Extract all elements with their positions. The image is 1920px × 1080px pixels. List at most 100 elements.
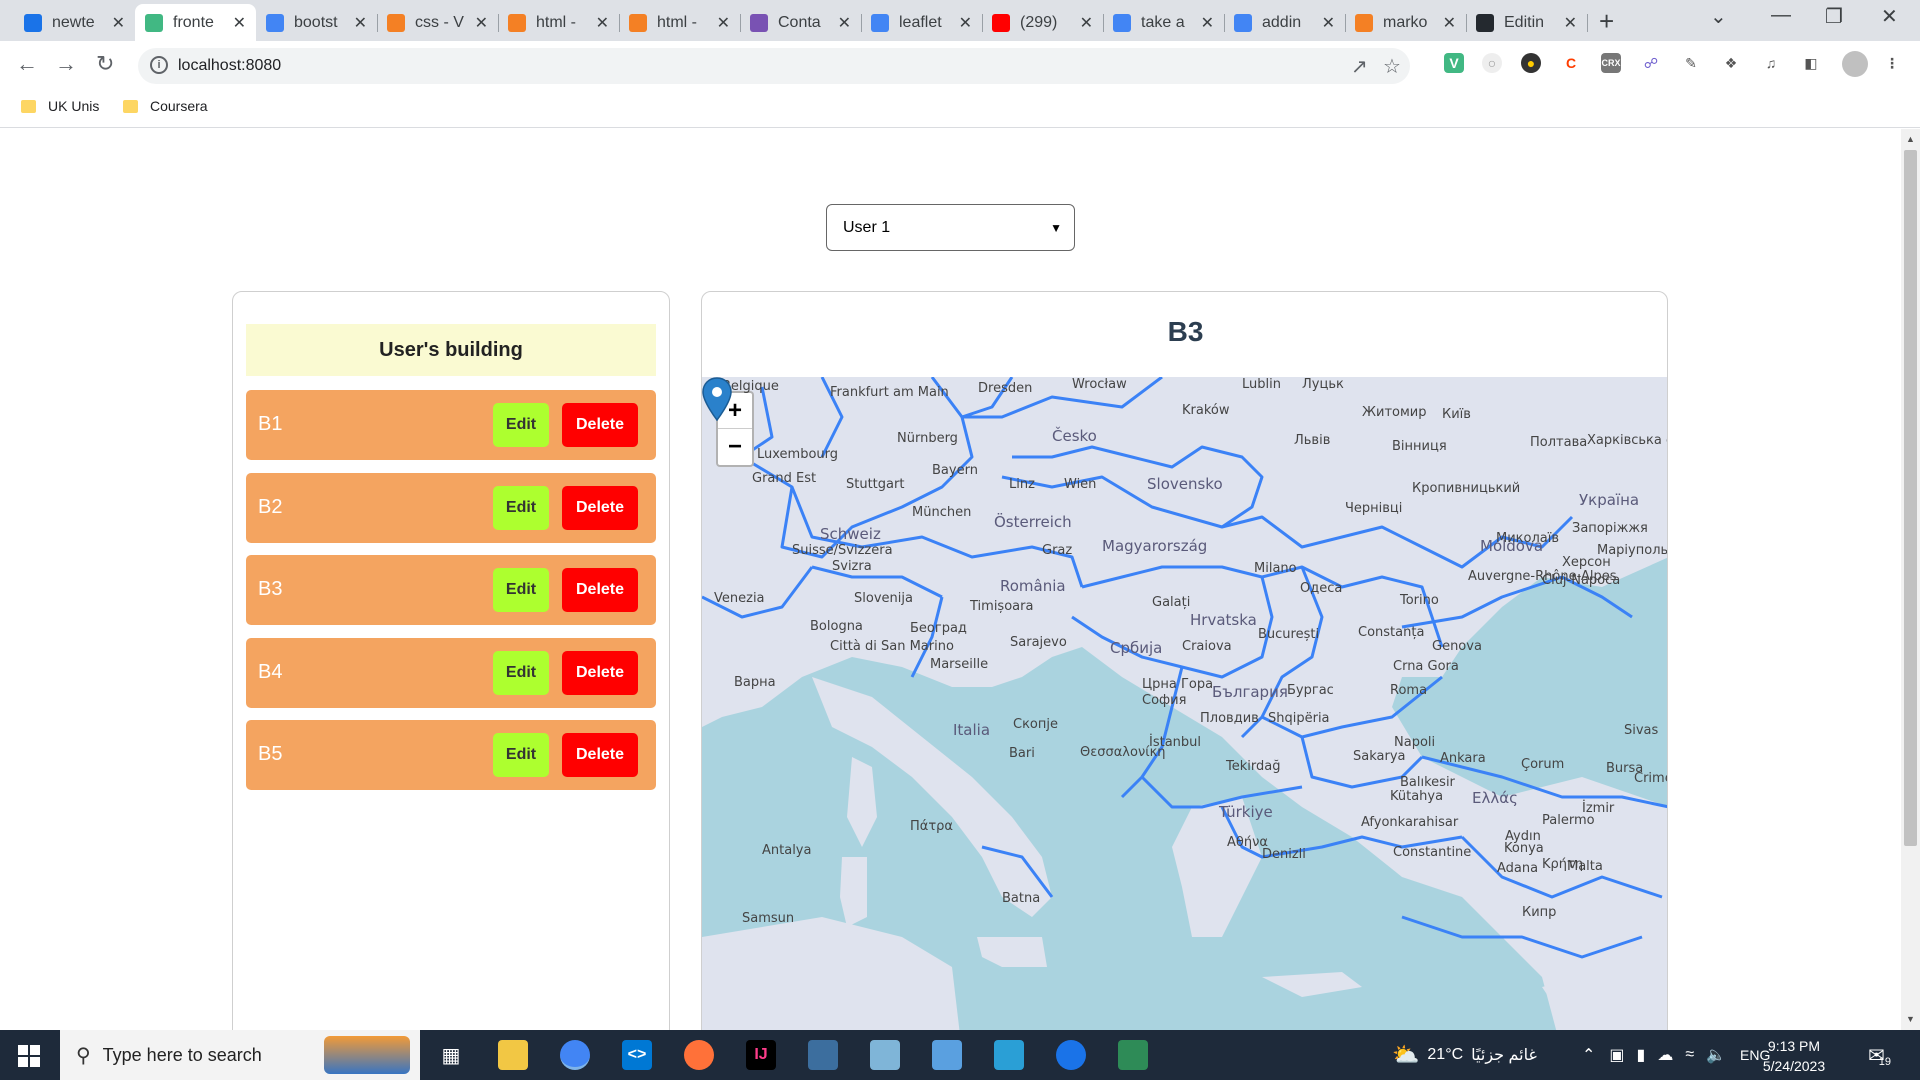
- maximize-icon[interactable]: ❐: [1825, 4, 1843, 29]
- close-tab-icon[interactable]: ✕: [475, 13, 488, 33]
- address-bar[interactable]: i localhost:8080 ↗ ☆: [138, 48, 1410, 84]
- bookmark-star-icon[interactable]: ☆: [1383, 54, 1401, 79]
- delete-button[interactable]: Delete: [562, 403, 638, 447]
- edit-button[interactable]: Edit: [493, 650, 549, 695]
- mysql-workbench-icon[interactable]: [808, 1040, 838, 1070]
- side-panel-icon[interactable]: ◧: [1801, 53, 1821, 73]
- git-app-icon[interactable]: [1118, 1040, 1148, 1070]
- browser-tab[interactable]: marko ✕: [1345, 4, 1466, 41]
- building-row[interactable]: B5 Edit Delete: [246, 720, 656, 790]
- close-tab-icon[interactable]: ✕: [1322, 13, 1335, 33]
- volume-icon[interactable]: 🔈: [1706, 1045, 1726, 1065]
- forward-arrow-icon[interactable]: →: [55, 51, 77, 77]
- site-info-icon[interactable]: i: [150, 56, 168, 74]
- bookmark-coursera[interactable]: Coursera: [123, 98, 208, 114]
- close-tab-icon[interactable]: ✕: [354, 13, 367, 33]
- close-window-icon[interactable]: ✕: [1881, 4, 1898, 29]
- browser-tab[interactable]: html - ✕: [498, 4, 619, 41]
- extension-icon[interactable]: ○: [1482, 53, 1502, 73]
- zoom-out-button[interactable]: −: [718, 429, 752, 465]
- pen-extension-icon[interactable]: ✎: [1681, 53, 1701, 73]
- browser-tab[interactable]: fronte ✕: [135, 4, 256, 41]
- bookmark-uk-unis[interactable]: UK Unis: [21, 98, 99, 114]
- scroll-down-icon[interactable]: ▼: [1906, 1014, 1915, 1024]
- close-tab-icon[interactable]: ✕: [596, 13, 609, 33]
- meet-now-icon[interactable]: ▣: [1609, 1045, 1624, 1065]
- task-view-icon[interactable]: ▦: [436, 1040, 466, 1070]
- tab-search-chevron-icon[interactable]: ⌄: [1710, 4, 1727, 29]
- browser-tab[interactable]: newte ✕: [14, 4, 135, 41]
- onedrive-cloud-icon[interactable]: ☁: [1657, 1045, 1673, 1065]
- intellij-icon[interactable]: IJ: [746, 1040, 776, 1070]
- close-tab-icon[interactable]: ✕: [1443, 13, 1456, 33]
- browser-tab[interactable]: bootst ✕: [256, 4, 377, 41]
- delete-button[interactable]: Delete: [562, 568, 638, 612]
- chrome-icon[interactable]: [560, 1040, 590, 1070]
- edit-button[interactable]: Edit: [493, 403, 549, 447]
- close-tab-icon[interactable]: ✕: [233, 13, 246, 33]
- color-picker-extension-icon[interactable]: ●: [1521, 53, 1541, 73]
- edit-button[interactable]: Edit: [493, 733, 549, 777]
- extensions-puzzle-icon[interactable]: ❖: [1721, 53, 1741, 73]
- taskbar-clock[interactable]: 9:13 PM 5/24/2023: [1758, 1036, 1830, 1076]
- share-icon[interactable]: ↗: [1351, 54, 1368, 79]
- file-explorer-icon[interactable]: [498, 1040, 528, 1070]
- building-row[interactable]: B2 Edit Delete: [246, 472, 656, 543]
- photos-app-icon[interactable]: [932, 1040, 962, 1070]
- close-tab-icon[interactable]: ✕: [1564, 13, 1577, 33]
- windows-start-icon[interactable]: [18, 1045, 40, 1067]
- leaflet-map[interactable]: + − Belgique Frankfurt am Main Dresden Wroc…: [702, 377, 1667, 1030]
- address-url[interactable]: localhost:8080: [178, 57, 281, 75]
- taskbar-search-box[interactable]: ⚲ Type here to search: [60, 1030, 420, 1080]
- browser-tab[interactable]: (299) ✕: [982, 4, 1103, 41]
- snip-app-icon[interactable]: [994, 1040, 1024, 1070]
- browser-tab[interactable]: leaflet ✕: [861, 4, 982, 41]
- media-control-icon[interactable]: ♫: [1761, 53, 1781, 73]
- wifi-icon[interactable]: ≈: [1685, 1046, 1694, 1064]
- notification-center[interactable]: ✉ 19: [1868, 1030, 1891, 1080]
- close-tab-icon[interactable]: ✕: [838, 13, 851, 33]
- delete-button[interactable]: Delete: [562, 650, 638, 695]
- close-tab-icon[interactable]: ✕: [1080, 13, 1093, 33]
- browser-tab[interactable]: Editin ✕: [1466, 4, 1587, 41]
- delete-button[interactable]: Delete: [562, 485, 638, 530]
- new-tab-icon[interactable]: +: [1599, 6, 1614, 37]
- user-select-dropdown[interactable]: User 1 ▼: [826, 204, 1075, 251]
- map-marker-icon[interactable]: [702, 377, 732, 421]
- crx-extension-icon[interactable]: CRX: [1601, 53, 1621, 73]
- battery-icon[interactable]: ▮: [1637, 1045, 1646, 1065]
- edit-button[interactable]: Edit: [493, 485, 549, 530]
- menu-dots-icon[interactable]: ⋮: [1882, 53, 1902, 73]
- close-tab-icon[interactable]: ✕: [717, 13, 730, 33]
- link-extension-icon[interactable]: ☍: [1641, 53, 1661, 73]
- browser-tab[interactable]: Conta ✕: [740, 4, 861, 41]
- vscode-icon[interactable]: <>: [622, 1040, 652, 1070]
- firefox-icon[interactable]: [684, 1040, 714, 1070]
- close-tab-icon[interactable]: ✕: [959, 13, 972, 33]
- page-scrollbar[interactable]: ▲ ▼: [1901, 129, 1920, 1030]
- code-extension-icon[interactable]: C: [1561, 53, 1581, 73]
- building-row[interactable]: B4 Edit Delete: [246, 637, 656, 708]
- close-tab-icon[interactable]: ✕: [112, 13, 125, 33]
- scroll-up-icon[interactable]: ▲: [1906, 134, 1915, 144]
- profile-avatar-icon[interactable]: [1842, 51, 1868, 77]
- notes-app-icon[interactable]: [870, 1040, 900, 1070]
- building-row[interactable]: B1 Edit Delete: [246, 390, 656, 460]
- weather-widget[interactable]: ⛅ 21°C غائم جزئيًا: [1392, 1030, 1537, 1080]
- browser-tab[interactable]: take a ✕: [1103, 4, 1224, 41]
- browser-tab[interactable]: addin ✕: [1224, 4, 1345, 41]
- delete-button[interactable]: Delete: [562, 733, 638, 777]
- reload-icon[interactable]: ↻: [96, 51, 114, 77]
- edit-button[interactable]: Edit: [493, 568, 549, 612]
- scroll-thumb[interactable]: [1904, 150, 1917, 846]
- tab-title: css - V: [415, 13, 464, 31]
- back-arrow-icon[interactable]: ←: [16, 51, 38, 77]
- browser-tab[interactable]: html - ✕: [619, 4, 740, 41]
- chevron-up-icon[interactable]: ⌃: [1582, 1045, 1595, 1065]
- browser-tab[interactable]: css - V ✕: [377, 4, 498, 41]
- close-tab-icon[interactable]: ✕: [1201, 13, 1214, 33]
- minimize-icon[interactable]: —: [1771, 4, 1791, 27]
- building-row[interactable]: B3 Edit Delete: [246, 555, 656, 625]
- maps-app-icon[interactable]: [1056, 1040, 1086, 1070]
- vue-devtools-extension-icon[interactable]: V: [1444, 53, 1464, 73]
